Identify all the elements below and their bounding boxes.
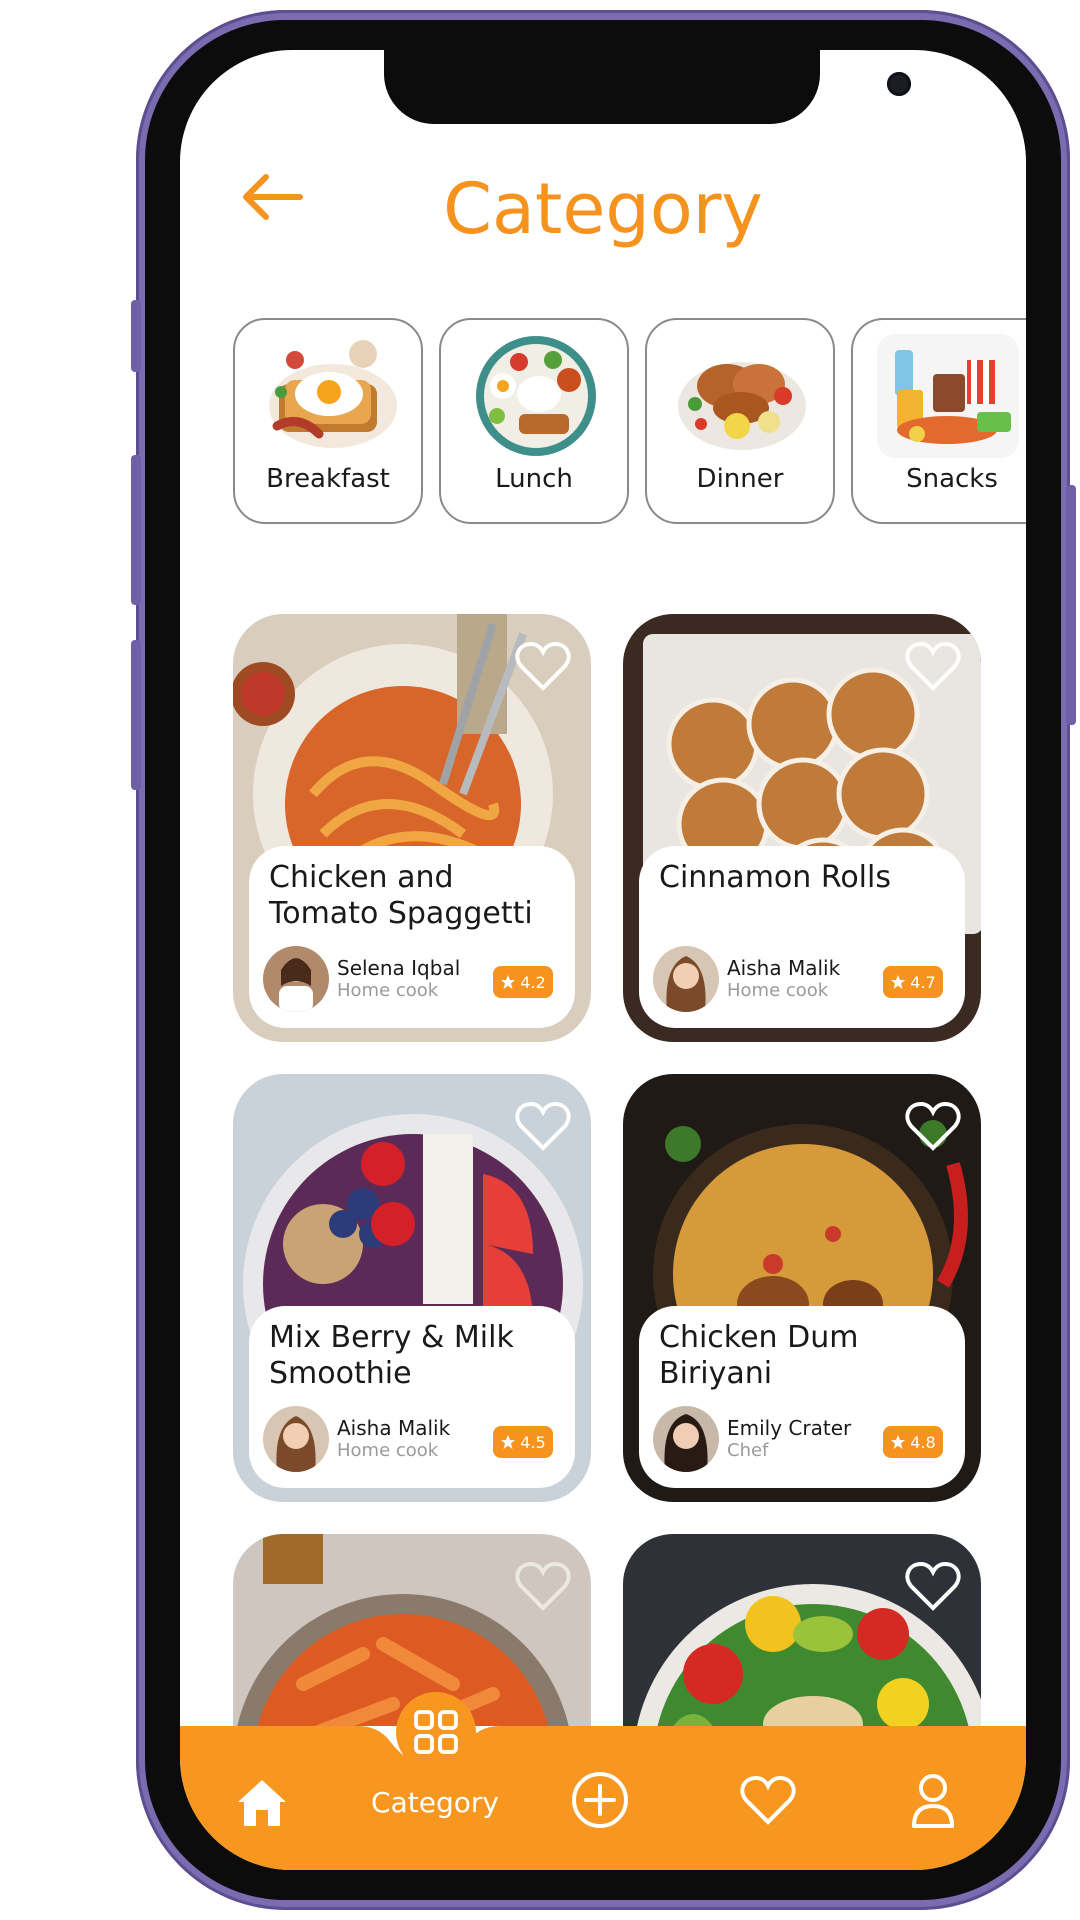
home-icon[interactable] xyxy=(234,1776,290,1830)
avatar xyxy=(653,946,719,1012)
heart-icon[interactable] xyxy=(740,1774,796,1826)
add-circle-icon[interactable] xyxy=(570,1770,630,1830)
recipe-card[interactable]: Mix Berry & Milk Smoothie Aisha Malik Ho… xyxy=(233,1074,591,1502)
recipe-title: Mix Berry & Milk Smoothie xyxy=(269,1320,514,1391)
recipe-card[interactable]: Chicken Dum Biriyani Emily Crater Chef 4… xyxy=(623,1074,981,1502)
heart-icon[interactable] xyxy=(515,1560,571,1612)
author-row: Aisha Malik Home cook 4.7 xyxy=(653,946,953,1012)
volume-down-button xyxy=(131,640,141,790)
category-grid-icon xyxy=(414,1710,458,1754)
star-icon xyxy=(501,1435,516,1449)
author-role: Home cook xyxy=(727,980,829,1001)
author-row: Emily Crater Chef 4.8 xyxy=(653,1406,953,1472)
page-title: Category xyxy=(443,168,763,250)
rating-badge: 4.8 xyxy=(883,1426,943,1458)
rating-badge: 4.5 xyxy=(493,1426,553,1458)
category-label: Lunch xyxy=(495,464,573,494)
category-breakfast[interactable]: Breakfast xyxy=(233,318,423,524)
heart-icon[interactable] xyxy=(905,640,961,692)
category-row: Breakfast Lunch Dinner Snacks xyxy=(233,318,1026,528)
category-snacks[interactable]: Snacks xyxy=(851,318,1026,524)
author-row: Selena Iqbal Home cook 4.2 xyxy=(263,946,563,1012)
category-label: Dinner xyxy=(696,464,784,494)
recipe-title: Cinnamon Rolls xyxy=(659,860,891,895)
profile-icon[interactable] xyxy=(910,1770,956,1830)
author-name: Aisha Malik xyxy=(337,1416,451,1440)
star-icon xyxy=(891,1435,906,1449)
recipe-title: Chicken and Tomato Spaggetti xyxy=(269,860,533,931)
lunch-plate-icon xyxy=(476,336,596,456)
recipe-card[interactable]: Cinnamon Rolls Aisha Malik Home cook 4.7 xyxy=(623,614,981,1042)
recipe-title: Chicken Dum Biriyani xyxy=(659,1320,859,1391)
volume-up-button xyxy=(131,455,141,605)
recipe-info: Mix Berry & Milk Smoothie Aisha Malik Ho… xyxy=(249,1306,575,1488)
author-role: Home cook xyxy=(337,980,439,1001)
author-row: Aisha Malik Home cook 4.5 xyxy=(263,1406,563,1472)
heart-icon[interactable] xyxy=(905,1560,961,1612)
power-button xyxy=(1066,485,1076,725)
category-label: Breakfast xyxy=(266,464,390,494)
rating-badge: 4.2 xyxy=(493,966,553,998)
avatar xyxy=(653,1406,719,1472)
heart-icon[interactable] xyxy=(905,1100,961,1152)
author-role: Chef xyxy=(727,1440,769,1461)
recipe-info: Cinnamon Rolls Aisha Malik Home cook 4.7 xyxy=(639,846,965,1028)
snacks-pile-icon xyxy=(877,334,1019,458)
heart-icon[interactable] xyxy=(515,1100,571,1152)
category-dinner[interactable]: Dinner xyxy=(645,318,835,524)
star-icon xyxy=(891,975,906,989)
breakfast-plate-icon xyxy=(269,340,397,448)
recipe-card[interactable]: Chicken and Tomato Spaggetti Selena Iqba… xyxy=(233,614,591,1042)
avatar xyxy=(263,1406,329,1472)
rating-value: 4.5 xyxy=(520,1432,546,1452)
rating-badge: 4.7 xyxy=(883,966,943,998)
author-role: Home cook xyxy=(337,1440,439,1461)
camera-icon xyxy=(887,72,911,96)
notch xyxy=(384,50,911,124)
dinner-plate-icon xyxy=(678,362,806,450)
rating-value: 4.7 xyxy=(910,972,936,992)
category-lunch[interactable]: Lunch xyxy=(439,318,629,524)
author-name: Aisha Malik xyxy=(727,956,841,980)
recipe-info: Chicken and Tomato Spaggetti Selena Iqba… xyxy=(249,846,575,1028)
mute-switch xyxy=(131,300,141,372)
star-icon xyxy=(501,975,516,989)
author-name: Emily Crater xyxy=(727,1416,852,1440)
avatar xyxy=(263,946,329,1012)
heart-icon[interactable] xyxy=(515,640,571,692)
nav-category-label[interactable]: Category xyxy=(360,1786,510,1819)
rating-value: 4.2 xyxy=(520,972,546,992)
nav-category-button[interactable] xyxy=(396,1692,476,1772)
rating-value: 4.8 xyxy=(910,1432,936,1452)
app-screen: Category Breakfast Lunch Dinner Snacks C… xyxy=(180,50,1026,1870)
recipe-info: Chicken Dum Biriyani Emily Crater Chef 4… xyxy=(639,1306,965,1488)
author-name: Selena Iqbal xyxy=(337,956,461,980)
category-label: Snacks xyxy=(906,464,998,494)
